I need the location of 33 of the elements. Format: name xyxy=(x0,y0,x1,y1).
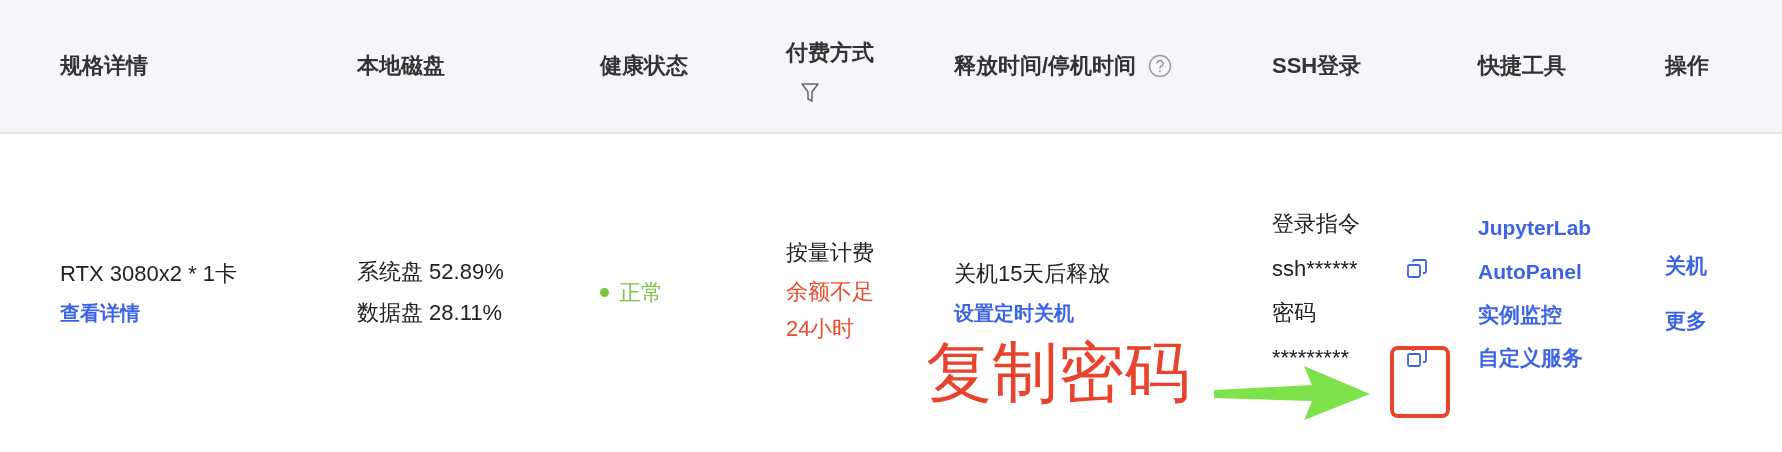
disk-usage: 系统盘 52.89% xyxy=(357,258,505,287)
health-status: 正常 xyxy=(619,278,663,307)
disk-usage: 数据盘 28.11% xyxy=(357,299,504,327)
column-header: 健康状态 xyxy=(600,52,688,80)
release-time: 关机15天后释放 xyxy=(954,259,1112,288)
ssh-value: ssh****** xyxy=(1272,254,1359,283)
billing-mode: 按量计费 xyxy=(786,239,875,268)
ssh-label: 登录指令 xyxy=(1272,209,1361,238)
ssh-label: 密码 xyxy=(1272,299,1317,327)
action-link[interactable]: 更多 xyxy=(1665,306,1782,336)
column-header: 付费方式 xyxy=(786,39,874,67)
column-header: 快捷工具 xyxy=(1478,52,1566,80)
ssh-value: ********* xyxy=(1272,343,1351,372)
help-icon[interactable] xyxy=(1148,54,1173,78)
copy-icon[interactable] xyxy=(1406,347,1428,370)
column-header: SSH登录 xyxy=(1272,52,1362,80)
action-link[interactable]: 关机 xyxy=(1665,250,1782,280)
column-header: 规格详情 xyxy=(60,52,148,80)
column-header: 操作 xyxy=(1665,52,1709,80)
balance-warning: 余额不足24小时 xyxy=(786,278,875,344)
annotation-text: 复制密码 xyxy=(926,334,1190,411)
tool-link[interactable]: JupyterLab xyxy=(1478,213,1665,243)
spec-name: RTX 3080x2 * 1卡 xyxy=(60,259,238,288)
tool-link[interactable]: 实例监控 xyxy=(1478,300,1665,330)
tool-link[interactable]: 自定义服务 xyxy=(1478,343,1665,373)
copy-icon[interactable] xyxy=(1406,257,1428,280)
filter-icon[interactable] xyxy=(800,82,820,104)
highlight-box xyxy=(1390,346,1450,418)
column-header: 本地磁盘 xyxy=(357,52,445,80)
tool-link[interactable]: AutoPanel xyxy=(1478,256,1665,286)
column-header: 释放时间/停机时间 xyxy=(954,52,1137,80)
schedule-shutdown-link[interactable]: 设置定时关机 xyxy=(954,299,1272,328)
details-link[interactable]: 查看详情 xyxy=(60,299,357,328)
